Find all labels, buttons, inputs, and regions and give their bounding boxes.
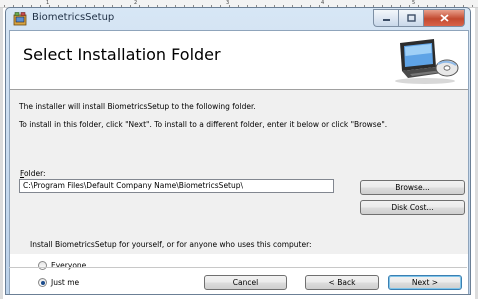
minimize-icon (382, 19, 390, 21)
radio-everyone[interactable] (38, 261, 47, 270)
title-bar[interactable]: BiometricsSetup (6, 8, 470, 30)
radio-just-me[interactable] (38, 278, 47, 287)
maximize-icon (406, 14, 416, 22)
footer-divider (9, 267, 467, 268)
minimize-button[interactable] (373, 9, 398, 27)
scope-prompt: Install BiometricsSetup for yourself, or… (30, 240, 312, 249)
cancel-button[interactable]: Cancel (204, 275, 287, 290)
ruler-number: 4 (321, 0, 325, 6)
dialog-body: The installer will install BiometricsSet… (10, 90, 468, 254)
disk-cost-button[interactable]: Disk Cost... (360, 200, 465, 215)
radio-just-me-label[interactable]: Just me (51, 278, 79, 287)
back-button[interactable]: < Back (305, 275, 379, 290)
browse-button[interactable]: Browse... (360, 180, 465, 195)
folder-label-text: older: (24, 169, 46, 178)
installer-app-icon (13, 12, 27, 26)
next-button[interactable]: Next > (388, 275, 462, 290)
ruler-tick (4, 5, 5, 7)
dialog-client: Select Installation Folder The installer… (9, 30, 469, 294)
radio-everyone-label[interactable]: Everyone (51, 261, 86, 270)
intro-text: The installer will install BiometricsSet… (19, 102, 256, 111)
close-button[interactable] (423, 9, 465, 27)
ruler-number: 2 (134, 0, 138, 6)
ruler-number: 5 (412, 0, 416, 6)
page-title: Select Installation Folder (23, 45, 221, 64)
ruler-tick (472, 5, 473, 7)
maximize-button[interactable] (398, 9, 423, 27)
caption-buttons (373, 9, 465, 27)
installer-window: BiometricsSetup Select Installation Fold… (5, 7, 471, 295)
folder-label: Folder: (20, 169, 46, 178)
folder-input[interactable]: C:\Program Files\Default Company Name\Bi… (19, 179, 334, 193)
close-icon (439, 14, 449, 22)
computer-disk-icon (395, 39, 459, 84)
instructions-text: To install in this folder, click "Next".… (19, 120, 388, 129)
left-edge (0, 8, 3, 299)
banner: Select Installation Folder (10, 31, 468, 90)
window-title: BiometricsSetup (32, 12, 115, 23)
